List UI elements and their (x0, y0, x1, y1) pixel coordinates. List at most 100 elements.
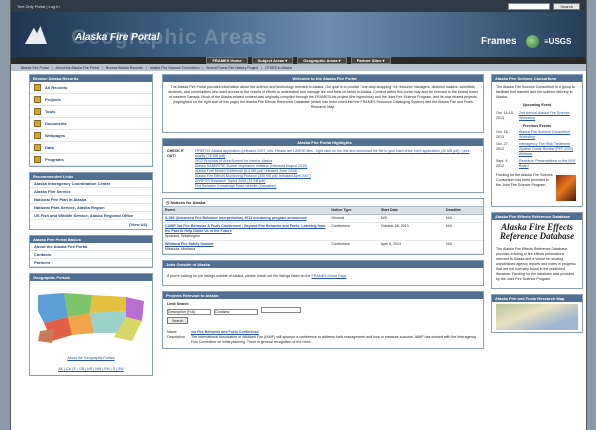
records-item-programs[interactable]: Programs (30, 154, 152, 166)
browser-page: Text Only Portal | Log In Search Geograp… (10, 0, 587, 430)
breadcrumb-item[interactable]: CFSES in Alaska (265, 66, 292, 70)
highlights-content: CHECK IT OUT! FIREFOX Alaska application… (163, 146, 483, 192)
projects-search: Limit Search Description (Full) Contains … (163, 299, 483, 327)
highlight-link[interactable]: FIREFOX Alaska application (released 200… (195, 149, 479, 159)
event-item: Oct. 27, 2012 Interagency Fire Risk Treat… (492, 141, 582, 158)
jobs-content: If you're looking for job listings outsi… (163, 268, 483, 285)
operator-select[interactable]: Contains (214, 309, 258, 315)
folder-icon (34, 84, 41, 91)
effects-database-text: The Alaska Fire Effects Reference Databa… (496, 247, 576, 281)
records-item-data[interactable]: Data (30, 142, 152, 154)
geo-about-text: About the Geographic Portals (67, 356, 115, 360)
recommended-link[interactable]: US Fish and Wildlife Service, Alaska Reg… (30, 212, 152, 220)
breadcrumb-item[interactable]: Alaska Fire Portal (21, 66, 49, 70)
globe-icon (526, 35, 539, 48)
view-all-link[interactable]: [View All] (30, 220, 152, 229)
event-date: Oct. 14-15, 2013 (496, 111, 514, 120)
search-button[interactable]: Search (553, 2, 580, 10)
recommended-link[interactable]: National Fire Plan in Alaska (30, 196, 152, 204)
table-row[interactable]: Wildland Fire Safety Summit Missoula, Mon… (163, 240, 483, 254)
tab-partner-sites[interactable]: Partner Sites ▾ (350, 57, 391, 64)
notice-title[interactable]: Wildland Fire Safety Summit (165, 242, 214, 246)
records-item-documents[interactable]: Documents (30, 118, 152, 130)
map-region-northeast (126, 297, 144, 321)
usgs-logo[interactable]: ≡USGS (544, 37, 571, 46)
tab-subject-areas[interactable]: Subject Areas ▾ (251, 57, 294, 64)
breadcrumb-item[interactable]: Alaska Fire Science Consortium (150, 66, 200, 70)
event-link[interactable]: Alaska Fire Science Consortium Workshop (519, 130, 578, 140)
folder-icon (34, 96, 41, 103)
event-link[interactable]: Interagency Fire Risk Treatment System G… (519, 142, 578, 157)
table-row[interactable]: CAWP 3rd Fire Behavior & Fuels Conferenc… (163, 222, 483, 241)
tab-geographic-areas[interactable]: Geographic Areas ▾ (297, 57, 347, 64)
portal-basics-box: Alaska Fire Portal Basics About the Alas… (29, 235, 153, 268)
browse-records-box: Browse Alaska Records All Records Projec… (29, 74, 153, 167)
event-link[interactable]: 2nd Annual Alaska Fire Science Workshop (519, 111, 578, 121)
records-item-tools[interactable]: Tools (30, 106, 152, 118)
frames-home-link[interactable]: FRAMES Home Page (312, 274, 347, 278)
notice-type: Conference (329, 222, 379, 241)
consortium-thumbnail-image[interactable] (556, 175, 576, 201)
records-label: Projects (45, 97, 61, 102)
recommended-link[interactable]: Alaska Fire Service (30, 188, 152, 196)
column-header: Start Date (378, 207, 445, 215)
search-term-input[interactable] (261, 307, 301, 313)
project-entry: Name Description 1st Fire Behavior and Fu… (163, 327, 483, 348)
recommended-link[interactable]: Alaska Interagency Coordination Center (30, 180, 152, 188)
notice-start: N/A (378, 214, 445, 223)
limit-search-label: Limit Search (167, 302, 189, 306)
notice-title[interactable]: CAWP 3rd Fire Behavior & Fuels Conferenc… (165, 224, 326, 233)
column-header: Deadline (444, 207, 483, 215)
folder-icon (34, 108, 41, 115)
notice-deadline: N/A (444, 222, 483, 241)
breadcrumb-item[interactable]: Boreal Forest Fire History Project (206, 66, 258, 70)
recommended-link[interactable]: National Park Service, Alaska Region (30, 204, 152, 212)
notice-type: Conference (329, 240, 379, 254)
geo-region-links[interactable]: AK | CA | E | GB | NR | NW | RM | S | SW (30, 364, 152, 375)
welcome-text: The Alaska Fire Portal provides informat… (168, 85, 478, 109)
notice-start: April 8, 2013 (378, 240, 445, 254)
geo-about-link[interactable]: About the Geographic Portals (30, 353, 152, 364)
event-date: Oct. 16, 2013 (496, 130, 509, 139)
event-item: Oct. 16, 2013 Alaska Fire Science Consort… (492, 129, 582, 141)
basics-link-contacts[interactable]: Contacts (30, 251, 152, 259)
portal-title[interactable]: Alaska Fire Portal (75, 32, 159, 43)
records-item-webpages[interactable]: Webpages (30, 130, 152, 142)
effects-database-header: Alaska Fire Effects Reference Database (492, 213, 582, 220)
funding-text: Funding for the Alaska Fire Science Cons… (496, 173, 553, 187)
notice-location: Missoula, Montana (165, 247, 196, 251)
breadcrumb-item[interactable]: About the Alaska Fire Portal (56, 66, 99, 70)
research-map-image[interactable] (496, 304, 578, 330)
table-row[interactable]: S-390 (Advanced Fire Behavior Interpreta… (163, 214, 483, 223)
projects-header: Projects Relevant to Alaska (163, 292, 483, 299)
basics-link-about[interactable]: About the Alaska Fire Portal (30, 243, 152, 251)
records-label: Tools (45, 109, 56, 114)
banner: Geographic Areas Alaska Fire Portal Fram… (11, 12, 586, 57)
projects-box: Projects Relevant to Alaska Limit Search… (162, 291, 484, 349)
projects-search-button[interactable]: Search (167, 317, 189, 324)
welcome-box: Welcome to the Alaska Fire Portal The Al… (162, 74, 484, 133)
notice-start: October 28, 2013 (378, 222, 445, 241)
notice-title[interactable]: S-390 (Advanced Fire Behavior Interpreta… (165, 216, 307, 220)
check-it-out-label: CHECK IT OUT! (167, 149, 184, 158)
notices-table: Event Notice Type Start Date Deadline S-390… (163, 207, 483, 254)
top-links[interactable]: Text Only Portal | Log In (17, 4, 60, 9)
event-item: Oct. 14-15, 2013 2nd Annual Alaska Fire S… (492, 108, 582, 124)
effects-database-logo[interactable]: Alaska Fire Effects Reference Database (492, 220, 582, 244)
records-item-projects[interactable]: Projects (30, 94, 152, 106)
consortium-text: The Alaska Fire Science Consortium is a … (496, 85, 575, 99)
field-select[interactable]: Description (Full) (167, 309, 211, 315)
frames-logo[interactable]: Frames (481, 36, 517, 47)
records-label: Documents (45, 121, 67, 126)
event-item: Sept. 4, 2012 Research Presentations to t… (492, 158, 582, 170)
research-map-box: Alaska Fire and Fuels Research Map (491, 294, 583, 333)
event-link[interactable]: Research Presentations to the BOF Board (519, 159, 578, 169)
basics-link-partners[interactable]: Partners (30, 259, 152, 267)
us-regions-map[interactable] (34, 287, 148, 347)
tab-frames-home[interactable]: FRAMES Home (206, 57, 248, 64)
search-input[interactable] (508, 2, 551, 10)
records-item-all[interactable]: All Records (30, 82, 152, 94)
breadcrumb-item[interactable]: Browse Alaska Records (106, 66, 143, 70)
records-label: All Records (45, 85, 68, 90)
highlight-link[interactable]: Fire Behavior Knowledge Base website (Ca… (195, 184, 479, 189)
